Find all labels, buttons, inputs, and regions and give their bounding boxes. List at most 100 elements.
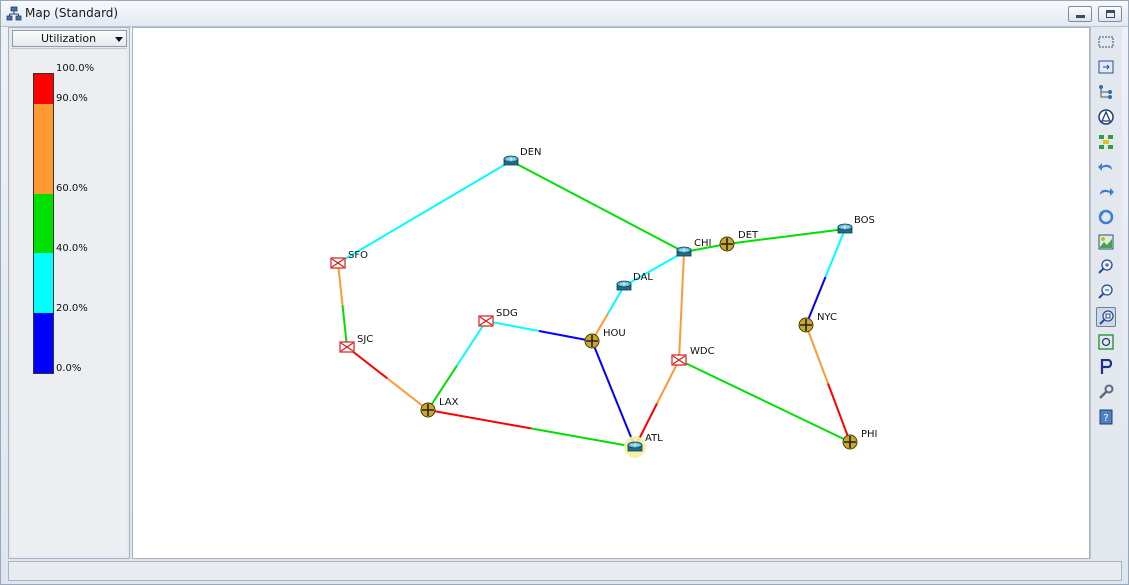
link-segment[interactable] [341,304,348,348]
node-label: PHI [861,429,878,440]
router-icon [837,223,853,234]
switch-icon [671,354,687,366]
map-toolbar: ? [1090,27,1122,559]
fit-selection-button[interactable] [1096,332,1116,352]
link-segment[interactable] [337,262,344,306]
link-segment[interactable] [678,305,683,361]
link-segment[interactable] [423,160,512,213]
link-bos-nyc[interactable] [805,228,846,326]
link-segment[interactable] [386,377,429,411]
link-segment[interactable] [591,340,615,395]
link-segment[interactable] [456,320,487,367]
node-label: BOS [854,215,875,226]
link-segment[interactable] [531,427,636,448]
link-segment[interactable] [656,359,680,404]
route-button[interactable] [1096,107,1116,127]
node-dal[interactable]: DAL [616,272,653,291]
link-lax-atl[interactable] [427,409,636,448]
tree-layout-icon [1099,85,1112,99]
help-button[interactable]: ? [1096,407,1116,427]
hub-icon [420,402,436,418]
node-chi[interactable]: CHI [676,238,711,257]
legend-tick-label: 100.0% [56,63,95,74]
maximize-button[interactable] [1098,6,1122,22]
node-label: HOU [603,328,626,339]
link-sjc-lax[interactable] [346,346,429,411]
map-window: Map (Standard) Utilization 100.0% 90.0% … [0,0,1129,585]
legend-tick-label: 90.0% [56,93,88,104]
node-det[interactable]: DET [719,230,759,252]
link-segment[interactable] [785,228,846,238]
router-icon [503,155,519,166]
color-legend: 100.0% 90.0% 60.0% 40.0% 20.0% 0.0% [11,48,127,556]
background-image-button[interactable] [1096,232,1116,252]
link-den-chi[interactable] [510,160,685,253]
status-bar [8,561,1122,581]
tree-layout-button[interactable] [1096,82,1116,102]
node-label: SFO [348,250,368,261]
network-map-icon [6,6,22,21]
node-nyc[interactable]: NYC [798,312,837,333]
zoom-fit-icon [1099,310,1114,325]
link-segment[interactable] [510,160,598,208]
refresh-layout-button[interactable] [1096,57,1116,77]
network-map-canvas[interactable]: DEN SFO SJC SDG LAX HOU DAL ATL CHI DET WDC BOS NYC P… [132,27,1090,559]
minimize-button[interactable] [1068,6,1092,22]
title-bar[interactable]: Map (Standard) [1,1,1128,27]
maximize-icon [1106,10,1115,18]
background-image-icon [1098,234,1114,250]
node-phi[interactable]: PHI [842,429,878,450]
legend-tick-label: 40.0% [56,243,88,254]
node-hou[interactable]: HOU [584,328,626,349]
refresh-layout-icon [1098,60,1114,74]
tools-button[interactable] [1096,382,1116,402]
hub-icon [798,317,814,333]
zoom-in-button[interactable] [1096,257,1116,277]
redo-button[interactable] [1096,182,1116,202]
switch-icon [339,341,355,353]
tools-icon [1099,384,1114,399]
link-hou-atl[interactable] [591,340,636,448]
chevron-down-icon [115,37,123,42]
grid-layout-icon [1099,135,1113,149]
node-label: SDG [496,308,518,319]
legend-band [34,74,53,104]
properties-icon [1100,359,1113,374]
router-icon [616,280,632,291]
link-sdg-hou[interactable] [485,320,593,342]
link-segment[interactable] [805,324,829,384]
router-icon [676,246,692,257]
network-map-svg[interactable]: DEN SFO SJC SDG LAX HOU DAL ATL CHI DET WDC BOS NYC P… [133,28,1089,558]
properties-button[interactable] [1096,357,1116,377]
legend-tick-label: 0.0% [56,363,82,374]
router-icon [627,441,643,452]
link-chi-wdc[interactable] [678,251,685,361]
grid-layout-button[interactable] [1096,132,1116,152]
link-den-sfo[interactable] [337,160,512,264]
legend-band [34,253,53,314]
node-sfo[interactable]: SFO [330,250,368,269]
node-bos[interactable]: BOS [837,215,875,234]
link-segment[interactable] [538,330,593,342]
link-segment[interactable] [824,228,846,278]
metric-dropdown[interactable]: Utilization [12,30,127,47]
node-label: SJC [357,334,373,345]
node-label: DEN [520,147,542,158]
legend-tick-label: 20.0% [56,303,88,314]
link-segment[interactable] [680,251,685,307]
link-sfo-sjc[interactable] [337,262,348,348]
link-segment[interactable] [678,359,765,402]
node-label: DET [738,230,759,241]
node-den[interactable]: DEN [503,147,542,166]
zoom-fit-button[interactable] [1096,307,1116,327]
reset-icon [1098,209,1114,225]
link-segment[interactable] [485,320,540,332]
select-all-button[interactable] [1096,32,1116,52]
link-segment[interactable] [597,205,685,253]
zoom-out-button[interactable] [1096,282,1116,302]
link-segment[interactable] [427,409,532,430]
node-wdc[interactable]: WDC [671,346,715,366]
reset-button[interactable] [1096,207,1116,227]
metric-dropdown-value: Utilization [41,32,97,45]
undo-button[interactable] [1096,157,1116,177]
